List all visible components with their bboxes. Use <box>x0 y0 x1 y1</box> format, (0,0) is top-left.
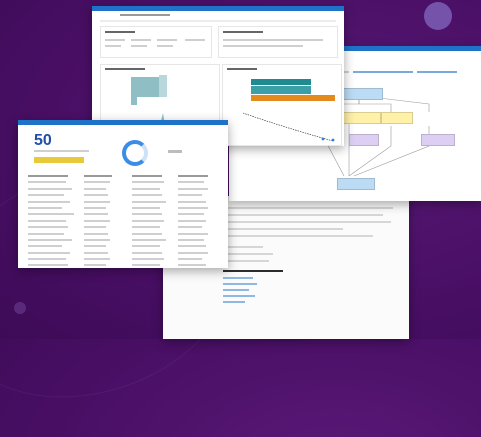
table-row[interactable] <box>28 206 220 210</box>
doc-link[interactable] <box>223 289 249 291</box>
metric-value <box>157 45 173 47</box>
chart-bar <box>251 95 335 101</box>
metric-label <box>105 39 125 41</box>
metric-value <box>131 45 147 47</box>
workflow-node[interactable] <box>381 112 413 124</box>
doc-link[interactable] <box>223 277 253 279</box>
table-row[interactable] <box>28 257 220 261</box>
list-panel: 50 <box>18 120 228 268</box>
card-heading <box>223 31 263 33</box>
table-row[interactable] <box>28 238 220 242</box>
record-count: 50 <box>34 132 52 149</box>
card-line <box>223 39 323 41</box>
stat-label <box>168 150 182 153</box>
table-row[interactable] <box>28 232 220 236</box>
workflow-node-end[interactable] <box>337 178 375 190</box>
table-row[interactable] <box>28 225 220 229</box>
metric-label <box>131 39 151 41</box>
workflow-node[interactable] <box>349 134 379 146</box>
text-line <box>223 207 393 209</box>
table-row[interactable] <box>28 212 220 216</box>
text-line <box>223 260 269 262</box>
doc-link[interactable] <box>223 283 257 285</box>
chart-line <box>242 112 334 142</box>
chart-point <box>321 137 325 141</box>
card-line <box>223 45 303 47</box>
dashboard-title <box>120 14 170 16</box>
panel-header-bar <box>18 120 228 125</box>
metric-value <box>105 45 121 47</box>
table-header <box>28 174 220 178</box>
chart-point <box>331 138 335 142</box>
doc-link[interactable] <box>223 301 245 303</box>
text-line <box>223 235 373 237</box>
count-caption <box>34 150 89 152</box>
toolbar <box>100 20 336 22</box>
chart-bar <box>131 97 137 105</box>
table-row[interactable] <box>28 187 220 191</box>
table-row[interactable] <box>28 263 220 267</box>
donut-chart <box>122 140 148 166</box>
document-body <box>223 202 403 307</box>
chart-bar <box>159 75 167 97</box>
table-row[interactable] <box>28 193 220 197</box>
table-row[interactable] <box>28 244 220 248</box>
metric-label <box>185 39 205 41</box>
progress-bar <box>34 157 84 163</box>
section-heading <box>223 270 283 272</box>
text-line <box>223 221 391 223</box>
table-row[interactable] <box>28 200 220 204</box>
record-table <box>28 174 220 268</box>
chart-bar <box>251 79 311 85</box>
text-line <box>223 214 383 216</box>
card-heading <box>105 31 135 33</box>
chart-card-right <box>222 64 342 146</box>
workflow-node-start[interactable] <box>341 88 383 100</box>
chart-bar <box>131 77 159 97</box>
text-line <box>223 246 263 248</box>
workflow-node[interactable] <box>421 134 455 146</box>
right-chart <box>242 79 335 142</box>
text-line <box>223 253 273 255</box>
table-row[interactable] <box>28 180 220 184</box>
summary-card <box>100 26 212 58</box>
panel-header-bar <box>92 6 344 11</box>
workflow-node[interactable] <box>339 112 381 124</box>
table-row[interactable] <box>28 251 220 255</box>
metric-label <box>157 39 177 41</box>
doc-link[interactable] <box>223 295 255 297</box>
info-card <box>218 26 338 58</box>
text-line <box>223 228 343 230</box>
chart-bar <box>251 86 311 94</box>
decorative-dot <box>14 302 26 314</box>
decorative-circle <box>424 2 452 30</box>
table-row[interactable] <box>28 219 220 223</box>
